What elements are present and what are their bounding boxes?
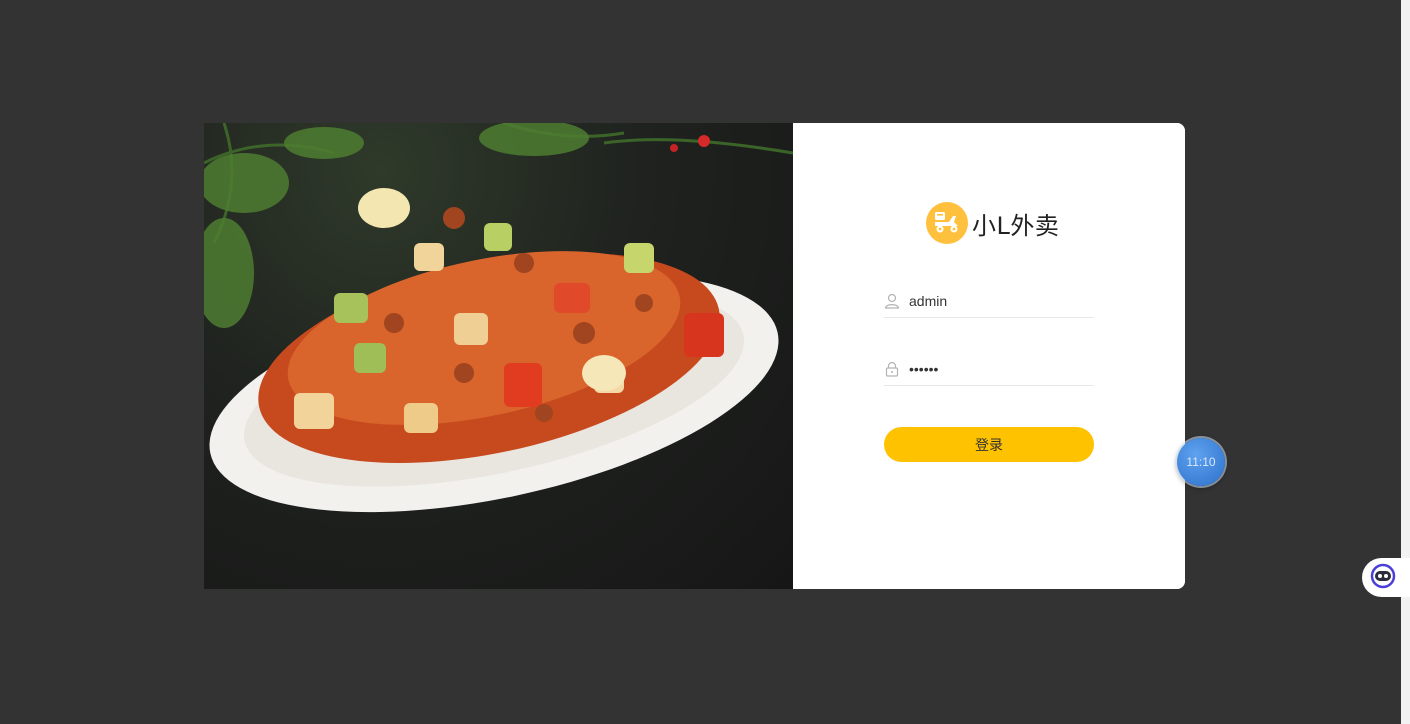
window-edge [1401, 0, 1410, 724]
user-icon [884, 293, 900, 309]
brand: 小L外卖 [926, 202, 1059, 244]
floating-timer-bubble[interactable]: 11:10 [1177, 438, 1225, 486]
login-form-panel: 小L外卖 登录 [793, 123, 1185, 589]
password-field [884, 353, 1094, 386]
food-photo-illustration [204, 123, 793, 513]
assistant-tab[interactable] [1362, 558, 1410, 597]
login-card: 小L外卖 登录 [204, 123, 1185, 589]
delivery-scooter-icon [926, 202, 968, 244]
username-field [884, 285, 1094, 318]
username-input[interactable] [909, 293, 1089, 309]
brand-name: 小L外卖 [972, 211, 1060, 240]
login-button[interactable]: 登录 [884, 427, 1094, 462]
assistant-robot-icon [1370, 563, 1396, 593]
food-photo [204, 123, 793, 589]
timer-text: 11:10 [1186, 455, 1216, 469]
lock-icon [884, 361, 900, 377]
password-input[interactable] [909, 361, 1089, 377]
